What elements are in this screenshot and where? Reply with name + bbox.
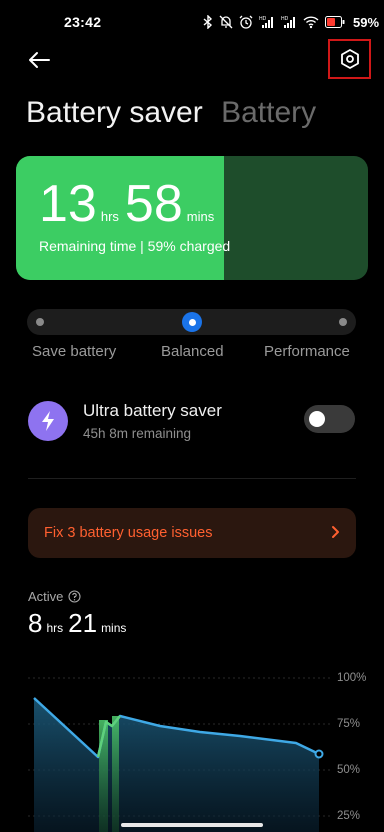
mute-icon <box>219 15 233 29</box>
svg-text:HD: HD <box>281 16 289 22</box>
lightning-icon <box>42 411 54 431</box>
active-hours: 8 <box>28 608 43 638</box>
mode-slider[interactable] <box>27 309 356 335</box>
battery-area <box>34 698 319 832</box>
mode-dot-save-battery[interactable] <box>36 318 44 326</box>
status-time: 23:42 <box>64 14 102 30</box>
bluetooth-icon <box>203 15 213 29</box>
divider <box>28 478 356 479</box>
issues-banner-text: Fix 3 battery usage issues <box>44 525 213 541</box>
hd-signal-icon: HD <box>281 16 295 28</box>
active-minutes-unit: mins <box>101 621 127 635</box>
y-tick-100: 100% <box>337 672 367 684</box>
remaining-minutes: 58 <box>124 175 183 233</box>
settings-button[interactable] <box>328 39 371 79</box>
mode-slider-knob[interactable] <box>182 312 202 332</box>
back-button[interactable] <box>22 46 56 74</box>
battery-icon <box>325 16 345 28</box>
ultra-saver-toggle[interactable] <box>304 405 355 433</box>
mode-label-balanced[interactable]: Balanced <box>161 343 224 360</box>
mode-label-save-battery[interactable]: Save battery <box>32 343 116 360</box>
remaining-subtitle: Remaining time | 59% charged <box>39 238 231 254</box>
tab-battery[interactable]: Battery <box>221 96 316 129</box>
tab-battery-saver[interactable]: Battery saver <box>26 96 203 129</box>
battery-remaining-card: 13 hrs 58 mins Remaining time | 59% char… <box>16 156 368 280</box>
mode-dot-performance[interactable] <box>339 318 347 326</box>
battery-level-graph: 100% 75% 50% 25% <box>0 660 384 832</box>
status-bar: 23:42 HD HD 59% <box>0 0 384 44</box>
ultra-saver-icon-badge <box>28 401 68 441</box>
svg-text:HD: HD <box>259 16 267 22</box>
battery-issues-banner[interactable]: Fix 3 battery usage issues <box>28 508 356 558</box>
active-minutes: 21 <box>68 608 98 638</box>
alarm-icon <box>239 15 253 29</box>
battery-line-current-point <box>314 749 324 759</box>
wifi-icon <box>303 16 319 29</box>
mode-slider-knob-center <box>188 318 196 326</box>
help-icon[interactable] <box>68 590 81 603</box>
active-hours-unit: hrs <box>46 621 64 635</box>
charging-band <box>112 716 119 832</box>
y-tick-75: 75% <box>337 718 361 730</box>
y-tick-50: 50% <box>337 764 361 776</box>
back-arrow-icon <box>29 52 50 68</box>
mode-label-performance[interactable]: Performance <box>264 343 350 360</box>
ultra-saver-title: Ultra battery saver <box>83 401 222 420</box>
remaining-time: 13 hrs 58 mins <box>39 178 220 230</box>
status-battery-percent: 59% <box>353 14 380 30</box>
toggle-knob <box>309 411 325 427</box>
remaining-hours-unit: hrs <box>100 209 119 224</box>
status-icons: HD HD 59% <box>203 14 379 30</box>
ultra-saver-subtitle: 45h 8m remaining <box>83 426 192 441</box>
home-indicator[interactable] <box>121 823 263 827</box>
hd-signal-icon: HD <box>259 16 273 28</box>
chevron-right-icon <box>332 526 339 538</box>
remaining-hours: 13 <box>39 175 97 233</box>
page-title-tabs: Battery saver Battery <box>26 96 316 130</box>
gear-icon <box>340 49 359 69</box>
y-tick-25: 25% <box>337 810 361 822</box>
remaining-minutes-unit: mins <box>186 209 215 224</box>
active-time: 8 hrs 21 mins <box>28 610 131 636</box>
active-label: Active <box>28 589 81 604</box>
battery-graph-svg <box>28 677 330 832</box>
active-label-text: Active <box>28 589 64 604</box>
